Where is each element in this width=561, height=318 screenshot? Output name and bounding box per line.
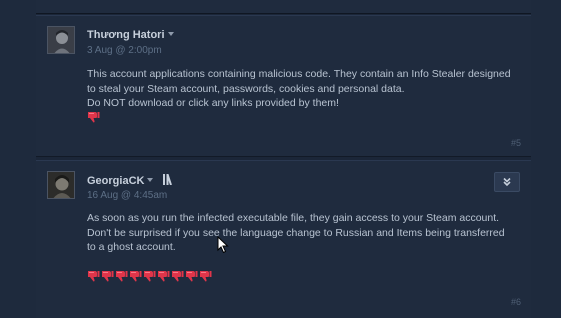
thumbs-down-emote-icon — [115, 269, 128, 282]
post-body: As soon as you run the infected executab… — [87, 211, 527, 255]
thumbs-down-emote-icon — [87, 110, 100, 123]
post-number[interactable]: #6 — [511, 297, 521, 307]
post-line: to a ghost account. — [87, 241, 176, 253]
caret-down-icon[interactable] — [147, 178, 154, 182]
author-name[interactable]: Thương Hatori — [87, 29, 174, 41]
post-date: 16 Aug @ 4:45am — [87, 190, 168, 201]
mouse-pointer-icon — [217, 236, 229, 254]
double-chevron-down-icon — [503, 177, 511, 187]
avatar[interactable] — [47, 171, 75, 199]
post-line: This account applications containing mal… — [87, 68, 511, 80]
thumbs-down-emote-icon — [185, 269, 198, 282]
thumbs-down-emote-icon — [171, 269, 184, 282]
thumbs-down-emote-icon — [199, 269, 212, 282]
author-name-text: GeorgiaCK — [87, 175, 145, 187]
thumbs-down-emote-icon — [157, 269, 170, 282]
post-number[interactable]: #5 — [511, 138, 521, 148]
post-line: Don't be surprised if you see the langua… — [87, 226, 505, 239]
comment-post: GeorgiaCK 16 Aug @ 4:45am As soon as you… — [36, 160, 531, 318]
emote-row — [87, 269, 212, 282]
thumbs-down-emote-icon — [143, 269, 156, 282]
post-line: As soon as you run the infected executab… — [87, 212, 500, 224]
previous-post-bottom — [36, 0, 531, 14]
thumbs-down-emote-icon — [101, 269, 114, 282]
author-name[interactable]: GeorgiaCK — [87, 174, 176, 188]
post-line: Do NOT download or click any links provi… — [87, 97, 339, 109]
library-icon — [163, 174, 176, 188]
caret-down-icon[interactable] — [167, 32, 174, 36]
post-line: to steal your Steam account, passwords, … — [87, 82, 405, 95]
thumbs-down-emote-icon — [129, 269, 142, 282]
author-name-text: Thương Hatori — [87, 29, 165, 41]
post-body: This account applications containing mal… — [87, 67, 527, 111]
thumbs-down-emote-icon — [87, 269, 100, 282]
avatar[interactable] — [47, 26, 75, 54]
emote-row — [87, 110, 100, 123]
post-date: 3 Aug @ 2:00pm — [87, 45, 162, 56]
collapse-button[interactable] — [494, 172, 520, 192]
comment-post: Thương Hatori 3 Aug @ 2:00pm This accoun… — [36, 15, 531, 157]
